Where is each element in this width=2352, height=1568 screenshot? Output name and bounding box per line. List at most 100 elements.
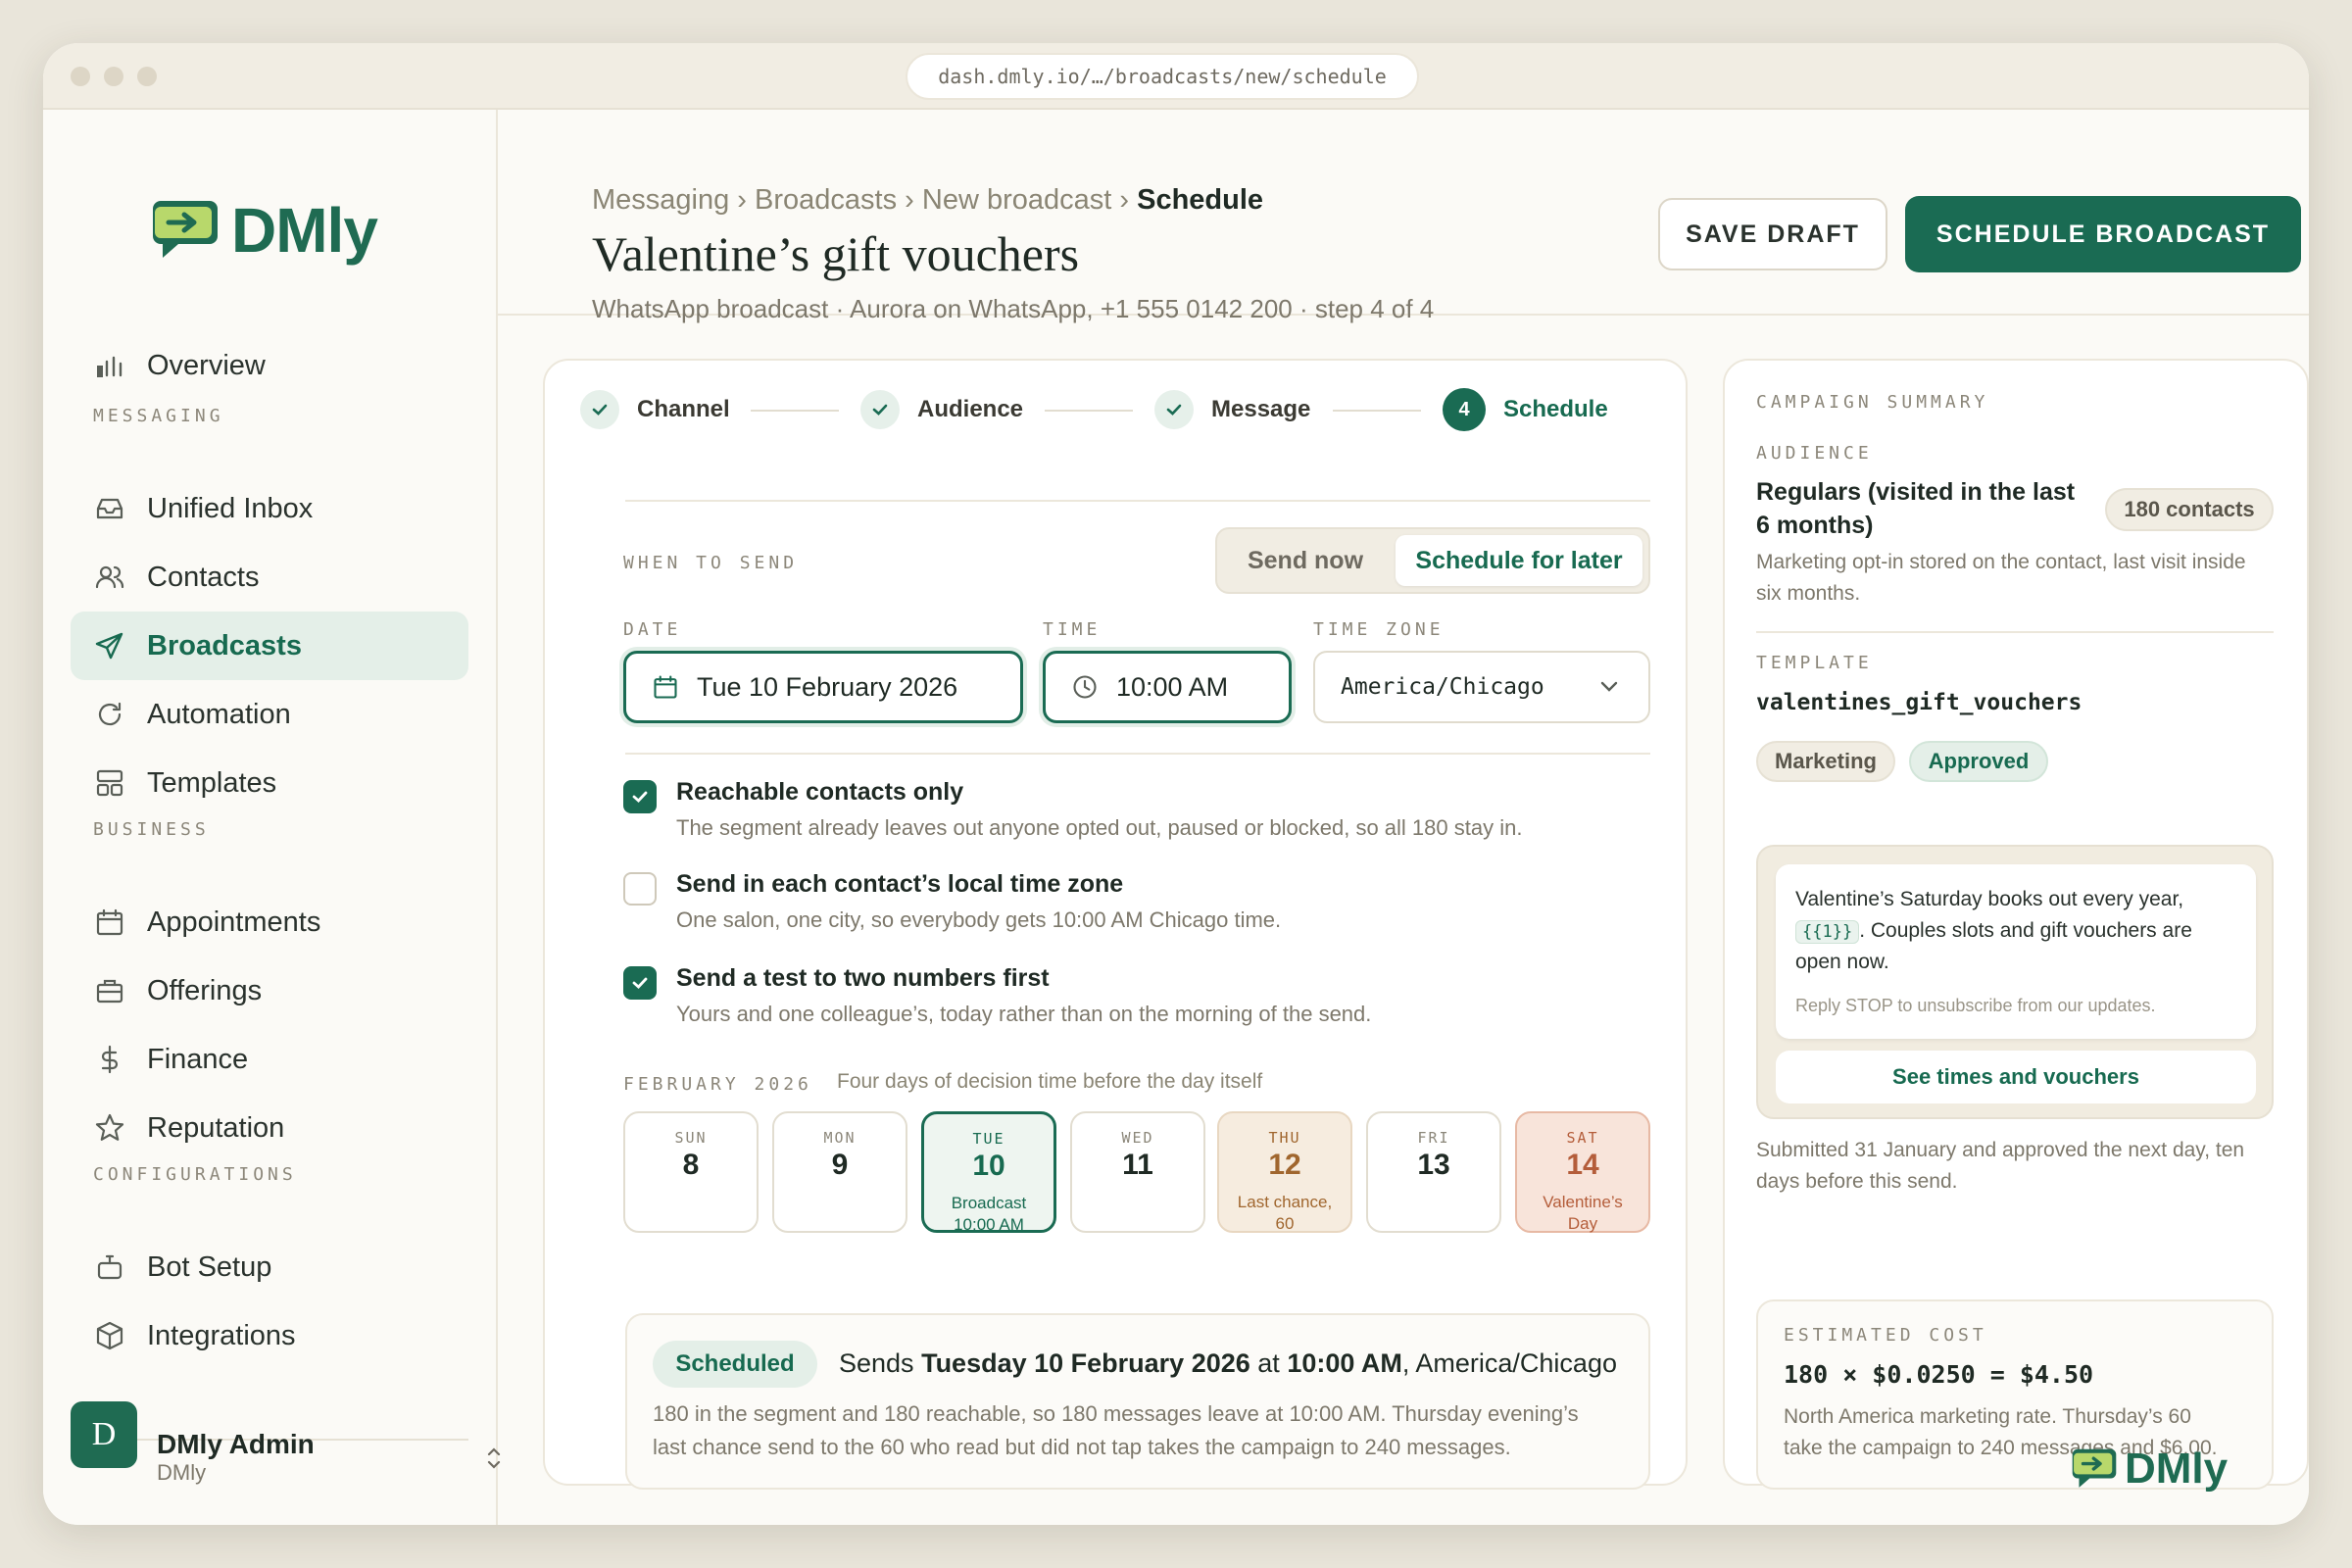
day-cell-thu-12[interactable]: THU 12 Last chance, 60 bbox=[1217, 1111, 1352, 1233]
save-draft-button[interactable]: SAVE DRAFT bbox=[1658, 198, 1887, 270]
page-title: Valentine’s gift vouchers bbox=[592, 226, 1080, 281]
section-label-messaging: MESSAGING bbox=[93, 406, 224, 426]
cost-label: ESTIMATED COST bbox=[1784, 1325, 1987, 1346]
step-label: Channel bbox=[637, 396, 730, 422]
check-icon bbox=[632, 791, 648, 803]
section-label-business: BUSINESS bbox=[93, 819, 210, 840]
send-test-checkbox[interactable] bbox=[623, 966, 657, 1000]
time-input[interactable]: 10:00 AM bbox=[1043, 651, 1292, 723]
step-connector bbox=[751, 410, 839, 412]
check-icon bbox=[1154, 390, 1194, 429]
check-icon bbox=[632, 977, 648, 989]
audience-description: Marketing opt-in stored on the contact, … bbox=[1756, 551, 2246, 573]
sidebar-item-label: Integrations bbox=[147, 1319, 296, 1351]
sidebar-item-appointments[interactable]: Appointments bbox=[71, 888, 468, 956]
day-of-week: SAT bbox=[1566, 1129, 1599, 1147]
sidebar-item-reputation[interactable]: Reputation bbox=[71, 1094, 468, 1162]
reachable-only-checkbox[interactable] bbox=[623, 780, 657, 813]
timezone-label: TIME ZONE bbox=[1313, 619, 1445, 640]
user-org: DMly bbox=[157, 1460, 207, 1485]
breadcrumb-separator: › bbox=[1111, 184, 1138, 216]
scheduled-date: Tuesday 10 February 2026 bbox=[921, 1348, 1250, 1378]
day-cell-fri-13[interactable]: FRI 13 bbox=[1366, 1111, 1501, 1233]
day-of-week: TUE bbox=[972, 1130, 1005, 1148]
preview-text: open now. bbox=[1795, 951, 1889, 973]
step-label: Audience bbox=[917, 396, 1024, 422]
preview-cta-button[interactable]: See times and vouchers bbox=[1776, 1051, 2256, 1103]
sidebar-item-broadcasts[interactable]: Broadcasts bbox=[71, 612, 468, 680]
date-value: Tue 10 February 2026 bbox=[697, 671, 958, 702]
sidebar-item-templates[interactable]: Templates bbox=[71, 749, 468, 817]
check-icon bbox=[860, 390, 900, 429]
sidebar-item-bot-setup[interactable]: Bot Setup bbox=[71, 1233, 468, 1301]
window-minimize-dot[interactable] bbox=[104, 67, 123, 86]
templates-icon bbox=[96, 769, 123, 797]
step-audience[interactable]: Audience bbox=[860, 390, 1023, 429]
sidebar-item-finance[interactable]: Finance bbox=[71, 1025, 468, 1094]
schedule-broadcast-button[interactable]: SCHEDULE BROADCAST bbox=[1905, 196, 2301, 272]
day-of-week: SUN bbox=[674, 1129, 708, 1147]
step-message[interactable]: Message bbox=[1154, 390, 1310, 429]
day-cell-wed-11[interactable]: WED 11 bbox=[1070, 1111, 1205, 1233]
template-category-badge: Marketing bbox=[1756, 741, 1895, 782]
status-badge: Scheduled bbox=[653, 1341, 817, 1388]
breadcrumb-messaging[interactable]: Messaging bbox=[592, 184, 729, 216]
sidebar-item-contacts[interactable]: Contacts bbox=[71, 543, 468, 612]
day-cell-mon-9[interactable]: MON 9 bbox=[772, 1111, 907, 1233]
preview-text-segment: . Couples slots and gift vouchers are bbox=[1859, 919, 2192, 942]
breadcrumb-schedule: Schedule bbox=[1137, 184, 1264, 216]
audience-name: 6 months) bbox=[1756, 512, 1874, 539]
option-description: Yours and one colleague’s, today rather … bbox=[676, 1002, 1372, 1026]
sidebar-item-automation[interactable]: Automation bbox=[71, 680, 468, 749]
sidebar-item-overview[interactable]: Overview bbox=[71, 331, 468, 400]
sidebar-item-label: Broadcasts bbox=[147, 629, 302, 662]
window-close-dot[interactable] bbox=[71, 67, 90, 86]
day-cell-sat-14[interactable]: SAT 14 Valentine’s Day bbox=[1515, 1111, 1650, 1233]
avatar[interactable]: D bbox=[71, 1401, 137, 1468]
check-icon bbox=[580, 390, 619, 429]
step-schedule[interactable]: 4 Schedule bbox=[1443, 388, 1608, 431]
step-connector bbox=[1045, 410, 1133, 412]
sidebar-item-label: Contacts bbox=[147, 561, 260, 593]
browser-titlebar: dash.dmly.io/…/broadcasts/new/schedule bbox=[43, 43, 2309, 110]
calendar-icon bbox=[96, 908, 123, 936]
local-timezone-checkbox[interactable] bbox=[623, 872, 657, 906]
logo-chat-icon bbox=[2072, 1448, 2117, 1488]
day-of-week: THU bbox=[1268, 1129, 1301, 1147]
scheduled-description: last chance send to the 60 who read but … bbox=[653, 1435, 1511, 1459]
step-connector bbox=[1333, 410, 1421, 412]
send-now-option[interactable]: Send now bbox=[1225, 535, 1386, 586]
summary-title: CAMPAIGN SUMMARY bbox=[1756, 392, 1989, 413]
day-cell-tue-10[interactable]: TUE 10 Broadcast 10:00 AM bbox=[921, 1111, 1056, 1234]
day-of-week: WED bbox=[1121, 1129, 1154, 1147]
step-label: Schedule bbox=[1503, 396, 1608, 422]
day-note: Broadcast 10:00 AM bbox=[951, 1194, 1027, 1234]
option-title: Send in each contact’s local time zone bbox=[676, 870, 1124, 898]
day-of-week: MON bbox=[823, 1129, 857, 1147]
timezone-select[interactable]: America/Chicago bbox=[1313, 651, 1650, 723]
brand-logo[interactable]: DMly bbox=[149, 194, 378, 267]
window-maximize-dot[interactable] bbox=[137, 67, 157, 86]
bar-chart-icon bbox=[97, 356, 122, 377]
sidebar-item-integrations[interactable]: Integrations bbox=[71, 1301, 468, 1370]
sidebar-item-unified-inbox[interactable]: Unified Inbox bbox=[71, 474, 468, 543]
option-description: The segment already leaves out anyone op… bbox=[676, 815, 1523, 840]
sidebar: DMly Overview MESSAGING Unified Inbox Co… bbox=[43, 110, 498, 1525]
schedule-later-option[interactable]: Schedule for later bbox=[1396, 535, 1642, 586]
scheduled-sentence: Sends Tuesday 10 February 2026 at 10:00 … bbox=[839, 1348, 1617, 1379]
cube-icon bbox=[96, 1321, 123, 1350]
day-cell-sun-8[interactable]: SUN 8 bbox=[623, 1111, 759, 1233]
sidebar-item-offerings[interactable]: Offerings bbox=[71, 956, 468, 1025]
breadcrumb-broadcasts[interactable]: Broadcasts bbox=[755, 184, 897, 216]
step-channel[interactable]: Channel bbox=[580, 390, 730, 429]
date-input[interactable]: Tue 10 February 2026 bbox=[623, 651, 1023, 723]
scheduled-sends-word: Sends bbox=[839, 1348, 914, 1378]
scheduled-time: 10:00 AM bbox=[1287, 1348, 1402, 1378]
address-bar[interactable]: dash.dmly.io/…/broadcasts/new/schedule bbox=[906, 53, 1419, 100]
template-submitted-note: Submitted 31 January and approved the ne… bbox=[1756, 1139, 2245, 1161]
breadcrumb-new-broadcast[interactable]: New broadcast bbox=[922, 184, 1111, 216]
page-header: Messaging › Broadcasts › New broadcast ›… bbox=[498, 110, 2309, 323]
stepper-divider bbox=[625, 500, 1650, 502]
template-variable: {{1}} bbox=[1795, 920, 1860, 944]
chevron-up-down-icon[interactable] bbox=[484, 1445, 504, 1472]
